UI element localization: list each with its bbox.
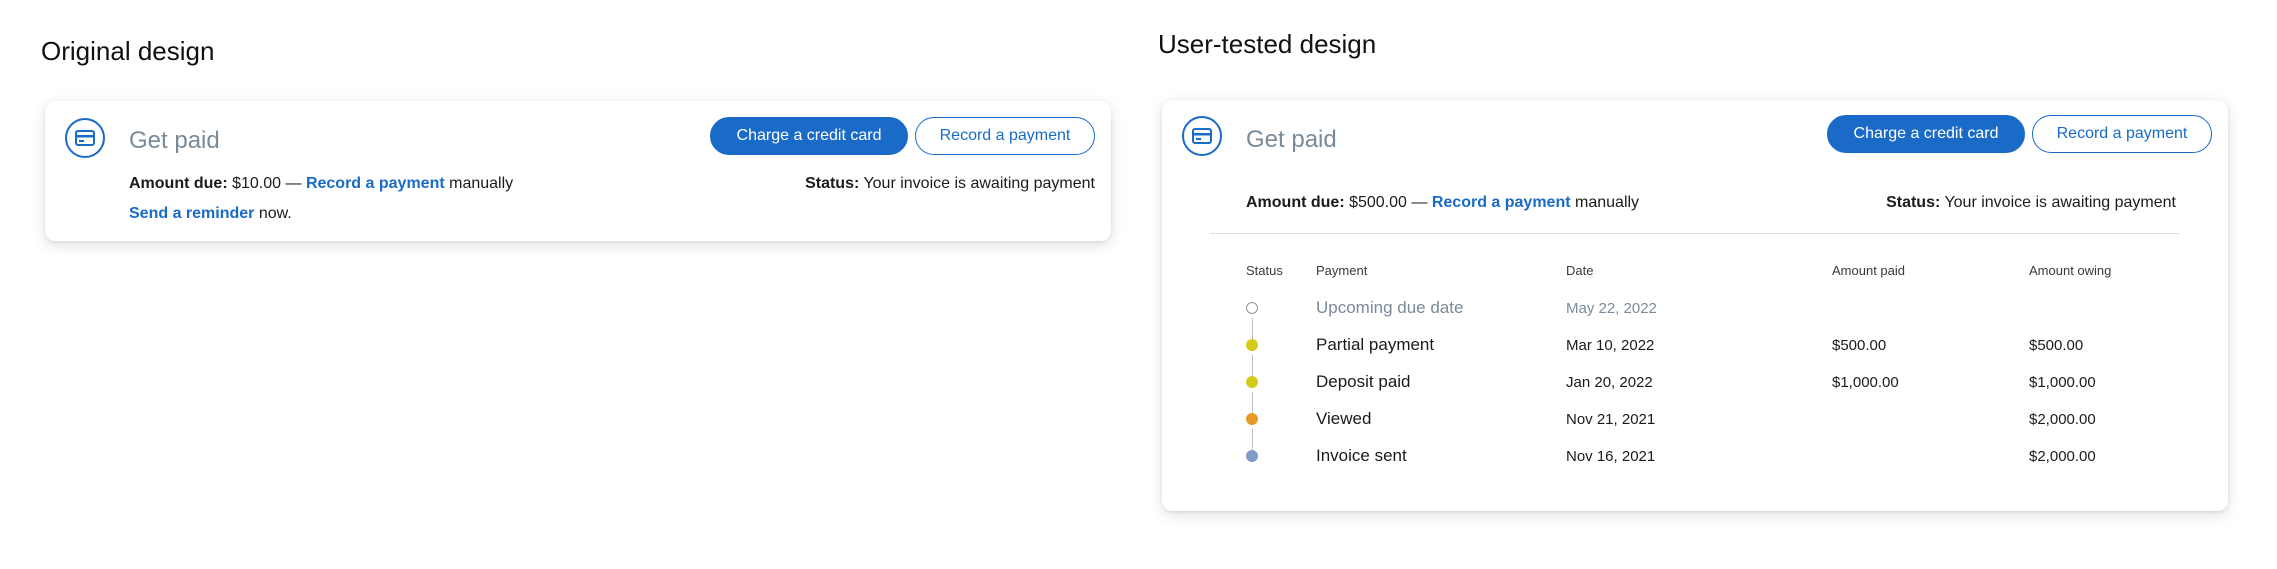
credit-card-icon [65,118,105,158]
status-dot-deposit [1246,376,1258,388]
payment-cell: Partial payment [1316,335,1435,354]
amount-due-label: Amount due: [1246,194,1345,211]
amount-due-line: Amount due: $10.00 — Record a payment ma… [129,175,513,193]
status-dot-partial [1246,339,1258,351]
reminder-suffix: now. [258,205,292,222]
date-cell: Nov 21, 2021 [1566,411,1656,428]
status-label: Status: [1886,194,1941,211]
amount-due-value: $500.00 — [1349,194,1428,211]
date-cell: Jan 20, 2022 [1566,374,1653,391]
date-cell: May 22, 2022 [1566,300,1657,317]
amount-owing-cell: $1,000.00 [2029,374,2096,391]
manually-text: manually [449,175,514,192]
payment-cell: Upcoming due date [1316,298,1464,317]
get-paid-card-tested: Get paid Charge a credit card Record a p… [1162,100,2228,511]
header-date: Date [1566,263,1594,278]
divider [1210,233,2180,234]
user-tested-design-heading: User-tested design [1158,29,1377,59]
header-amount-paid: Amount paid [1832,263,1905,278]
amount-due-line: Amount due: $500.00 — Record a payment m… [1246,194,1639,212]
amount-paid-cell: $500.00 [1832,337,1887,354]
card-title: Get paid [129,127,220,154]
record-payment-button[interactable]: Record a payment [915,117,1095,155]
reminder-line: Send a reminder now. [129,205,292,223]
header-amount-owing: Amount owing [2029,263,2112,278]
header-status: Status [1246,263,1283,278]
amount-paid-cell: $1,000.00 [1832,374,1899,391]
status-dot-upcoming [1246,302,1258,314]
amount-due-label: Amount due: [129,175,228,192]
record-payment-button[interactable]: Record a payment [2032,115,2212,153]
get-paid-card-original: Get paid Charge a credit card Record a p… [45,101,1111,241]
amount-owing-cell: $500.00 [2029,337,2084,354]
amount-owing-cell: $2,000.00 [2029,448,2096,465]
manually-text: manually [1575,194,1640,211]
charge-credit-card-button[interactable]: Charge a credit card [1827,115,2025,153]
status-line: Status: Your invoice is awaiting payment [805,175,1095,193]
header-payment: Payment [1316,263,1368,278]
original-design-heading: Original design [41,36,215,66]
record-payment-link[interactable]: Record a payment [1432,194,1571,211]
credit-card-icon [1182,116,1222,156]
status-line: Status: Your invoice is awaiting payment [1886,194,2176,212]
charge-credit-card-button[interactable]: Charge a credit card [710,117,908,155]
payment-cell: Invoice sent [1316,446,1407,465]
status-dot-viewed [1246,413,1258,425]
card-title: Get paid [1246,126,1337,153]
status-label: Status: [805,175,860,192]
payment-cell: Deposit paid [1316,372,1411,391]
record-payment-link[interactable]: Record a payment [306,175,445,192]
send-reminder-link[interactable]: Send a reminder [129,205,254,222]
date-cell: Nov 16, 2021 [1566,448,1656,465]
amount-due-value: $10.00 — [232,175,302,192]
status-text: Your invoice is awaiting payment [863,175,1095,192]
amount-owing-cell: $2,000.00 [2029,411,2096,428]
status-text: Your invoice is awaiting payment [1944,194,2176,211]
status-dot-sent [1246,450,1258,462]
payment-cell: Viewed [1316,409,1372,428]
date-cell: Mar 10, 2022 [1566,337,1655,354]
